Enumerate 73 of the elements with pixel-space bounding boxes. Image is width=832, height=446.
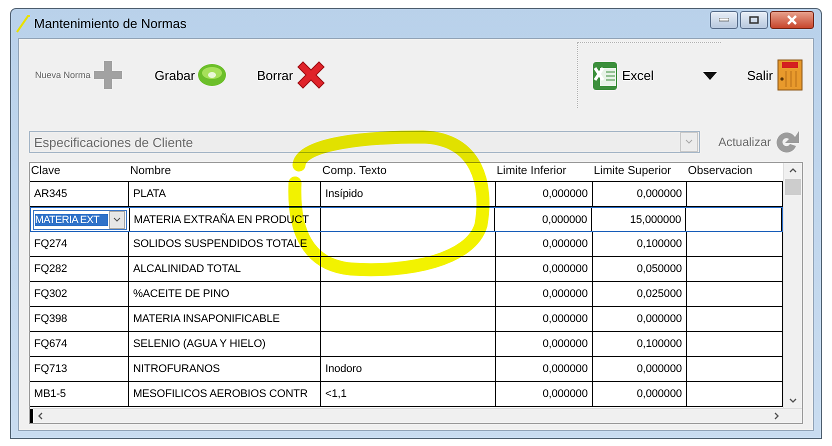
table-cell: 0,000000 bbox=[496, 357, 593, 381]
table-cell: SELENIO (AGUA Y HIELO) bbox=[129, 332, 322, 356]
table-row[interactable]: AR345 PLATA Insípido 0,000000 0,000000 bbox=[30, 182, 783, 207]
table-cell: 0,100000 bbox=[592, 332, 687, 356]
table-row[interactable]: FQ282 ALCALINIDAD TOTAL 0,000000 0,050000 bbox=[30, 257, 783, 282]
table-cell: 15,000000 bbox=[592, 208, 686, 231]
table-cell: FQ282 bbox=[30, 257, 130, 281]
table-cell: 0,000000 bbox=[592, 307, 687, 331]
table-cell: 0,050000 bbox=[592, 257, 687, 281]
table-cell: FQ398 bbox=[30, 307, 130, 331]
excel-export-button[interactable]: Excel bbox=[576, 42, 721, 108]
exit-door-icon bbox=[777, 59, 803, 91]
close-button[interactable] bbox=[770, 11, 814, 29]
column-header[interactable]: Comp. Texto bbox=[321, 163, 496, 181]
table-cell: MATERIA INSAPONIFICABLE bbox=[129, 307, 322, 331]
save-button[interactable]: Grabar bbox=[154, 62, 227, 88]
scroll-thumb[interactable] bbox=[785, 179, 801, 195]
column-header[interactable]: Clave bbox=[30, 163, 130, 181]
table-cell: 0,000000 bbox=[496, 257, 593, 281]
table-cell: 0,000000 bbox=[592, 182, 687, 206]
table-cell: NITROFURANOS bbox=[129, 357, 322, 381]
table-row[interactable]: FQ398 MATERIA INSAPONIFICABLE 0,000000 0,000000 bbox=[30, 307, 783, 332]
spreadsheet-icon bbox=[592, 60, 620, 92]
table-cell: 0,000000 bbox=[495, 208, 592, 231]
chevron-down-icon bbox=[680, 132, 698, 152]
delete-button[interactable]: Borrar bbox=[257, 59, 328, 91]
table-cell: 0,000000 bbox=[496, 282, 593, 306]
plus-icon bbox=[92, 60, 123, 90]
close-icon bbox=[786, 15, 798, 25]
maximize-icon bbox=[749, 16, 759, 24]
cell-editor-dropdown[interactable]: MATERIA EXT bbox=[33, 210, 127, 230]
horizontal-scrollbar[interactable] bbox=[30, 408, 802, 423]
minimize-button[interactable] bbox=[710, 11, 738, 29]
table-cell: <1,1 bbox=[321, 382, 496, 406]
table-cell: 0,000000 bbox=[496, 182, 593, 206]
table-cell: AR345 bbox=[30, 182, 130, 206]
column-header[interactable]: Limite Superior bbox=[592, 163, 687, 181]
table-cell: Insípido bbox=[321, 182, 496, 206]
column-header[interactable]: Limite Inferior bbox=[496, 163, 593, 181]
window-title: Mantenimiento de Normas bbox=[34, 16, 186, 31]
column-header[interactable]: Observacion bbox=[686, 163, 783, 181]
exit-button[interactable]: Salir bbox=[746, 59, 803, 91]
table-cell: 0,100000 bbox=[592, 232, 687, 256]
chevron-down-icon bbox=[108, 210, 125, 228]
table-cell: %ACEITE DE PINO bbox=[129, 282, 322, 306]
table-row[interactable]: FQ674 SELENIO (AGUA Y HIELO) 0,000000 0,100000 bbox=[30, 332, 783, 357]
table-cell: 0,000000 bbox=[496, 332, 593, 356]
column-header[interactable]: Nombre bbox=[129, 163, 322, 181]
table-cell: 0,000000 bbox=[496, 232, 593, 256]
table-cell: FQ674 bbox=[30, 332, 130, 356]
table-cell: FQ274 bbox=[30, 232, 130, 256]
table-cell: Inodoro bbox=[321, 357, 496, 381]
table-cell: FQ302 bbox=[30, 282, 130, 306]
table-cell: PLATA bbox=[129, 182, 322, 206]
minimize-icon bbox=[719, 18, 729, 22]
delete-x-icon bbox=[295, 59, 328, 91]
table-cell: MB1-5 bbox=[30, 382, 130, 406]
maximize-button[interactable] bbox=[740, 11, 768, 29]
table-cell: 0,025000 bbox=[592, 282, 687, 306]
table-cell: 0,000000 bbox=[496, 382, 593, 406]
table-cell: MESOFILICOS AEROBIOS CONTR bbox=[129, 382, 322, 406]
table-cell: 0,000000 bbox=[592, 357, 687, 381]
vertical-scrollbar[interactable] bbox=[783, 163, 802, 408]
table-row[interactable]: MB1-5 MESOFILICOS AEROBIOS CONTR <1,1 0,000000 0,000000 bbox=[30, 382, 783, 407]
table-row[interactable]: FQ302 %ACEITE DE PINO 0,000000 0,025000 bbox=[30, 282, 783, 307]
disc-icon bbox=[197, 62, 227, 88]
table-row[interactable]: FQ713 NITROFURANOS Inodoro 0,000000 0,000000 bbox=[30, 357, 783, 382]
table-cell: 0,000000 bbox=[592, 382, 687, 406]
table-cell: ALCALINIDAD TOTAL bbox=[129, 257, 322, 281]
app-logo-icon bbox=[16, 14, 32, 32]
table-cell: 0,000000 bbox=[496, 307, 593, 331]
dropdown-caret-icon bbox=[702, 72, 717, 80]
table-cell: FQ713 bbox=[30, 357, 130, 381]
